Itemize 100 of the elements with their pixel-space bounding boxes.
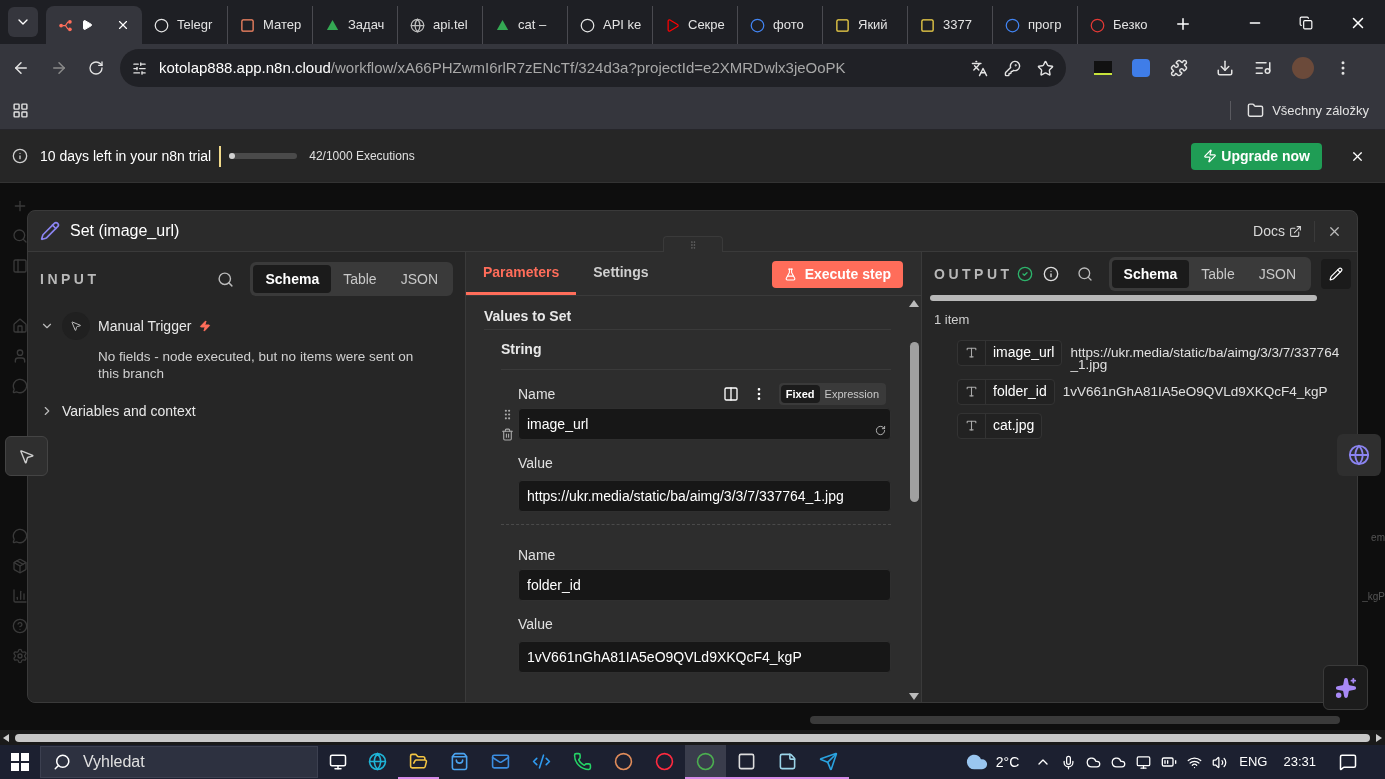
value-field[interactable]: 1vV661nGhA81IA5eO9QVLd9XKQcF4_kgP	[518, 641, 891, 673]
favicon-icon	[920, 17, 935, 33]
text-type-icon	[965, 419, 978, 432]
view-tab[interactable]: Table	[331, 265, 389, 293]
favicon-icon	[240, 17, 255, 33]
display-icon[interactable]	[1136, 754, 1152, 770]
new-tab-icon[interactable]	[1174, 15, 1192, 33]
tab-title: cat –	[518, 16, 547, 35]
tab-title: API ke	[603, 16, 642, 35]
wifi-icon[interactable]	[1187, 754, 1203, 770]
text-type-icon	[965, 385, 978, 398]
volume-icon[interactable]	[1212, 754, 1228, 770]
trash-icon[interactable]	[501, 428, 514, 441]
app-icon	[450, 751, 469, 771]
favicon-icon	[835, 17, 850, 33]
tab-title: фото	[773, 16, 804, 35]
drag-handle[interactable]	[663, 236, 723, 252]
name-field[interactable]: image_url	[518, 408, 891, 440]
media-icon[interactable]	[1254, 59, 1272, 77]
address-bar[interactable]: kotolap888.app.n8n.cloud/workflow/xA66PHZwmI6rlR7zENcTf/324d3a?projectId=e2XMRDwlx3jeOoPK	[120, 49, 1066, 87]
mode-option[interactable]: Fixed	[780, 385, 820, 403]
browser-tab[interactable]: Telegr	[142, 6, 227, 44]
close-icon[interactable]	[116, 18, 130, 32]
app-icon	[819, 751, 838, 771]
browser-tab[interactable]	[46, 6, 142, 44]
cloud-icon[interactable]	[1111, 754, 1127, 770]
node-title[interactable]: Set (image_url)	[70, 219, 180, 243]
name-field[interactable]: folder_id	[518, 569, 891, 601]
extension-icon[interactable]	[1094, 61, 1112, 75]
item-count: 1 item	[934, 311, 971, 329]
battery-icon[interactable]	[1161, 754, 1178, 770]
tab-title: Який	[858, 16, 888, 35]
bookmark-star-icon[interactable]	[1037, 59, 1054, 77]
pencil-icon	[1329, 267, 1343, 281]
schema-field-chip: folder_id	[957, 378, 1055, 405]
ai-assistant-button[interactable]	[1323, 665, 1368, 710]
group-title: String	[501, 330, 891, 370]
forward-icon[interactable]	[50, 59, 68, 77]
cloud-icon[interactable]	[1086, 754, 1102, 770]
apps-icon[interactable]	[12, 102, 29, 119]
favicon-icon	[410, 17, 425, 33]
reset-icon[interactable]	[875, 425, 886, 436]
microphone-icon[interactable]	[1061, 754, 1077, 770]
app-icon	[778, 751, 797, 771]
taskbar-search-field[interactable]: Vyhledat	[40, 746, 318, 778]
folder-icon	[1247, 102, 1265, 119]
bookmarks-folder[interactable]: Všechny záložky	[1230, 100, 1369, 121]
favicon-icon	[665, 17, 680, 33]
cursor-mode-button[interactable]	[5, 436, 48, 476]
view-tab[interactable]: JSON	[388, 265, 450, 293]
value-field[interactable]: https://ukr.media/static/ba/aimg/3/3/7/337764_1.jpg	[518, 480, 891, 512]
scroll-down-icon[interactable]	[909, 693, 919, 700]
panel-heading: OUTPUT	[934, 264, 1013, 284]
mode-option[interactable]: Expression	[819, 385, 884, 403]
view-tab[interactable]: JSON	[1246, 260, 1309, 288]
panel-tab[interactable]: Settings	[576, 253, 666, 295]
play-icon	[81, 19, 93, 31]
app-icon	[532, 751, 551, 771]
view-tab[interactable]: Schema	[1111, 260, 1190, 288]
task-view-icon[interactable]	[329, 753, 347, 771]
extensions-icon[interactable]	[1170, 59, 1188, 77]
language-indicator[interactable]: ENG	[1239, 752, 1268, 772]
globe-button[interactable]	[1337, 434, 1381, 476]
info-icon[interactable]	[1042, 266, 1059, 282]
scroll-left-icon[interactable]	[3, 733, 9, 742]
globe-icon	[1348, 444, 1370, 466]
restore-icon[interactable]	[1299, 16, 1313, 30]
app-icon	[737, 751, 756, 771]
search-icon[interactable]	[217, 270, 235, 288]
cursor-node-icon	[62, 312, 90, 340]
download-icon[interactable]	[1216, 59, 1234, 77]
tab-title: Задач	[348, 16, 385, 35]
panel-tab[interactable]: Parameters	[466, 253, 577, 295]
reload-icon[interactable]	[88, 60, 104, 76]
view-tab[interactable]: Schema	[253, 265, 332, 293]
scroll-right-icon[interactable]	[1376, 733, 1382, 742]
edit-button[interactable]	[1321, 259, 1351, 289]
search-icon[interactable]	[1076, 266, 1093, 282]
field-label: Name	[518, 384, 556, 404]
notifications-icon[interactable]	[1339, 753, 1357, 771]
sparkles-icon	[1334, 676, 1357, 699]
field-value: https://ukr.media/static/ba/aimg/3/3/7/337764_1.jpg	[1070, 343, 1341, 371]
site-settings-icon[interactable]	[132, 60, 147, 76]
back-icon[interactable]	[12, 59, 30, 77]
scroll-up-icon[interactable]	[909, 300, 919, 307]
clock[interactable]: 23:31	[1283, 752, 1316, 772]
tab-list-button[interactable]	[8, 7, 38, 37]
tree-node-label[interactable]: Manual Trigger	[98, 315, 192, 337]
view-tab[interactable]: Table	[1189, 260, 1247, 288]
tab-title: 3377	[943, 16, 972, 35]
tree-node-label[interactable]: Variables and context	[62, 400, 196, 422]
key-icon[interactable]	[1004, 59, 1021, 77]
docs-link[interactable]: Docs	[1253, 220, 1315, 242]
split-view-icon[interactable]	[722, 386, 739, 402]
windows-logo-icon[interactable]	[11, 753, 29, 771]
translate-icon[interactable]	[971, 59, 988, 77]
text-type-icon	[965, 346, 978, 359]
scrollbar-thumb[interactable]	[909, 342, 919, 502]
panel-heading: INPUT	[40, 269, 100, 289]
executions-count: 42/1000 Executions	[309, 148, 415, 165]
